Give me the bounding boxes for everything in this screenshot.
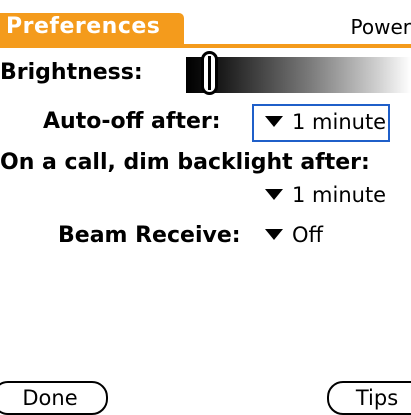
auto-off-popup[interactable]: 1 minute [265,110,386,134]
title-bar: Preferences Power [0,0,411,48]
dropdown-triangle-icon [265,188,283,200]
auto-off-label: Auto-off after: [43,109,221,134]
auto-off-value: 1 minute [292,110,387,134]
tips-button[interactable]: Tips [327,381,411,415]
page-title: Preferences [6,14,161,39]
beam-receive-label: Beam Receive: [58,223,241,248]
call-dim-label: On a call, dim backlight after: [0,150,370,175]
brightness-slider-thumb[interactable] [201,51,218,95]
done-button[interactable]: Done [0,381,108,415]
call-dim-popup[interactable]: 1 minute [265,183,386,207]
done-button-label: Done [22,386,78,410]
brightness-slider[interactable] [186,57,411,93]
call-dim-value: 1 minute [292,183,387,207]
title-tab[interactable]: Preferences [0,13,184,44]
brightness-label: Brightness: [0,60,143,85]
category-label: Power [350,15,411,39]
title-underline [0,44,411,48]
beam-receive-popup[interactable]: Off [265,223,323,247]
tips-button-label: Tips [355,386,399,410]
dropdown-triangle-icon [265,228,283,240]
beam-receive-value: Off [292,223,323,247]
category-picker[interactable]: Power [351,15,411,39]
dropdown-triangle-icon [265,115,283,127]
